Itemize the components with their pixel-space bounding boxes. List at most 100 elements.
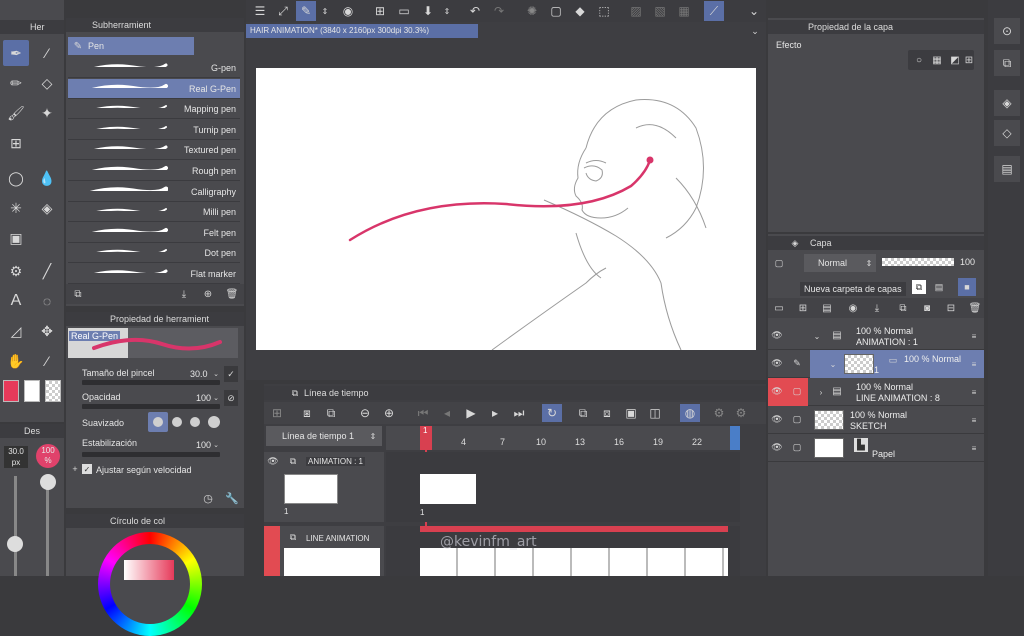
track-line-thumb[interactable]	[284, 548, 380, 576]
eye-icon[interactable]: 👁	[770, 328, 784, 342]
eyedropper-tool[interactable]: ⁄	[34, 40, 60, 66]
line-tool[interactable]: ╱	[34, 258, 60, 284]
smoothing-level-4[interactable]	[208, 416, 220, 428]
navigator-icon[interactable]: ⊙	[994, 18, 1020, 44]
magic-wand-tool[interactable]: ✳	[3, 195, 29, 221]
brush-item[interactable]: Real G-Pen	[68, 78, 240, 99]
chevron-down-icon[interactable]: ⌄	[212, 369, 220, 379]
crop-icon[interactable]: ⬚	[594, 1, 614, 21]
drag-handle-icon[interactable]: ≡	[968, 414, 980, 426]
reference-icon[interactable]: ▤	[932, 280, 946, 294]
last-frame-icon[interactable]: ⏭	[510, 404, 528, 422]
stabilization-bar[interactable]	[82, 452, 220, 457]
prev-frame-icon[interactable]: ◂	[438, 404, 456, 422]
lasso-tool[interactable]: ◯	[3, 165, 29, 191]
chevron-updown-icon[interactable]: ⇕	[368, 428, 378, 444]
opacity-link-icon[interactable]: ⊘	[224, 390, 238, 406]
chevron-down-icon[interactable]: ⌄	[744, 1, 764, 21]
clip-icon[interactable]: ⧉	[912, 280, 926, 294]
chevron-right-icon[interactable]: ›	[816, 386, 826, 398]
stack-icon[interactable]: ◇	[994, 120, 1020, 146]
layer-property-icon[interactable]: ⧉	[994, 50, 1020, 76]
animation-cel-1[interactable]	[420, 474, 476, 504]
loop-icon[interactable]: ↻	[542, 404, 562, 422]
mask-icon[interactable]: ◉	[846, 300, 860, 316]
drag-handle-icon[interactable]: ≡	[968, 330, 980, 342]
balloon-tool[interactable]: ◌	[34, 288, 60, 314]
smoothing-level-2[interactable]	[172, 417, 182, 427]
lock-box-icon[interactable]: ▢	[790, 440, 804, 454]
speed-checkbox[interactable]: ✓	[82, 464, 92, 474]
first-frame-icon[interactable]: ⏮	[414, 404, 432, 422]
track-animation-thumb[interactable]	[284, 474, 338, 504]
brush-item[interactable]: Textured pen	[68, 140, 240, 161]
transparent-swatch[interactable]	[45, 380, 61, 402]
light-table-icon[interactable]: ⚙	[710, 404, 728, 422]
brush-item[interactable]: G-pen	[68, 58, 240, 78]
layers-panel-icon[interactable]: ◈	[994, 90, 1020, 116]
lock-box-icon[interactable]: ▢	[790, 412, 804, 426]
brush-item[interactable]: Flat marker	[68, 264, 240, 284]
subtool-settings-icon[interactable]: ⧉	[70, 286, 86, 302]
brush-item[interactable]: Dot pen	[68, 243, 240, 264]
lock-box-icon[interactable]: ▢	[790, 384, 804, 398]
pen-tool[interactable]: ✒	[3, 40, 29, 66]
pen-group-tab[interactable]: Pen	[68, 37, 194, 55]
fit-view-icon[interactable]: ⤢	[273, 1, 293, 21]
color-layer-icon[interactable]: ■	[958, 278, 976, 296]
hand-tool[interactable]: ✋	[3, 348, 29, 374]
loading-icon[interactable]: ✺	[522, 1, 542, 21]
eraser-tool[interactable]: ◇	[34, 70, 60, 96]
chevron-updown-icon[interactable]: ⇕	[442, 3, 452, 19]
open-folder-icon[interactable]: ▭	[394, 1, 414, 21]
marker-tool[interactable]: ✏	[3, 70, 29, 96]
zoom-in-icon[interactable]: ⊕	[380, 404, 398, 422]
delete-layer-icon[interactable]: 🗑	[968, 300, 982, 316]
menu-icon[interactable]: ☰	[250, 1, 270, 21]
frame-tool[interactable]: ⊞	[3, 130, 29, 156]
dropper-tool[interactable]: ⁄	[34, 348, 60, 374]
chevron-down-icon[interactable]: ⌄	[828, 358, 838, 370]
ruler-icon[interactable]: ⟋	[704, 1, 724, 21]
selection-off-icon[interactable]: ▨	[626, 1, 646, 21]
new-raster-layer-icon[interactable]: ▭	[772, 300, 786, 316]
fill-tool[interactable]: ◈	[34, 195, 60, 221]
brush-item[interactable]: Felt pen	[68, 223, 240, 243]
subtool-delete-icon[interactable]: 🗑	[224, 286, 240, 302]
drag-handle-icon[interactable]: ≡	[968, 358, 980, 370]
move-layer-tool[interactable]: ✥	[34, 318, 60, 344]
layer-color-icon[interactable]: ◩	[948, 52, 962, 68]
eye-icon[interactable]: 👁	[770, 412, 784, 426]
settings-icon[interactable]: ⚙	[732, 404, 750, 422]
layer-row-cel-1[interactable]: 👁 ✎ ⌄ ▭ 100 % Normal 1 ≡	[768, 350, 984, 378]
opacity-bar[interactable]	[82, 404, 220, 409]
clear-icon[interactable]: ▢	[546, 1, 566, 21]
drag-handle-icon[interactable]: ≡	[968, 442, 980, 454]
selection-invert-icon[interactable]: ▧	[650, 1, 670, 21]
decoration-tool[interactable]: ✦	[34, 100, 60, 126]
new-file-icon[interactable]: ⊞	[370, 1, 390, 21]
opacity-slider[interactable]	[46, 476, 49, 576]
timeline-settings-icon[interactable]: ⧉	[322, 404, 340, 422]
ruler-tool[interactable]: ◿	[3, 318, 29, 344]
tone-effect-icon[interactable]: ▦	[930, 52, 944, 68]
onion-skin-icon[interactable]: ◍	[680, 404, 700, 422]
keyframe-icon[interactable]: ◫	[646, 404, 664, 422]
eye-icon[interactable]: 👁	[770, 440, 784, 454]
next-frame-icon[interactable]: ▸	[486, 404, 504, 422]
brush-item[interactable]: Calligraphy	[68, 182, 240, 202]
layer-row-paper[interactable]: 👁 ▢ ▙ Papel ≡	[768, 434, 984, 462]
reset-icon[interactable]: ◷	[200, 490, 216, 506]
new-timeline-icon[interactable]: ⊞	[268, 404, 286, 422]
undo-icon[interactable]: ↶	[465, 1, 485, 21]
new-cel-icon[interactable]: ⧉	[574, 404, 592, 422]
fill-icon[interactable]: ◆	[570, 1, 590, 21]
opacity-slider-track[interactable]	[882, 258, 954, 266]
layer-opacity-value[interactable]: 100	[960, 257, 975, 267]
preview-icon[interactable]: ◉	[338, 1, 358, 21]
playback-range-end[interactable]	[730, 426, 740, 450]
chevron-updown-icon[interactable]: ⇕	[320, 3, 330, 19]
save-icon[interactable]: ⬇	[418, 1, 438, 21]
layer-row-animation-folder[interactable]: 👁 ⌄ ▤ 100 % Normal ANIMATION : 1 ≡	[768, 322, 984, 350]
gradient-tool[interactable]: ▣	[3, 225, 29, 251]
